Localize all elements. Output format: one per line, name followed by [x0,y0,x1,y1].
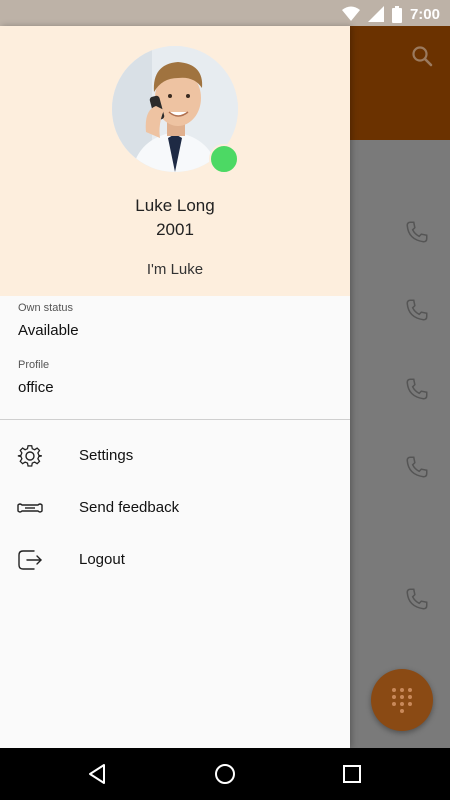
battery-icon [391,5,402,23]
drawer-header: Luke Long 2001 I'm Luke [0,26,350,296]
phone-icon[interactable] [404,297,430,323]
menu-label-settings: Settings [79,447,134,464]
menu-item-send-feedback[interactable]: Send feedback [0,482,350,534]
navigation-bar [0,748,450,800]
dialpad-button[interactable] [371,669,433,731]
drawer-divider [0,419,350,420]
presence-indicator [209,144,239,174]
dialpad-icon [392,688,412,713]
phone-icon[interactable] [404,454,430,480]
user-name: Luke Long [135,196,215,215]
profile-value[interactable]: office [18,379,54,396]
own-status-label: Own status [18,302,74,314]
menu-item-settings[interactable]: Settings [0,430,350,482]
search-icon[interactable] [410,44,434,68]
wifi-icon [341,6,360,21]
back-icon[interactable] [86,762,110,786]
recents-icon[interactable] [340,762,364,786]
menu-label-send-feedback: Send feedback [79,499,180,516]
menu-label-logout: Logout [79,551,125,568]
feedback-icon [17,503,43,513]
menu-item-logout[interactable]: Logout [0,534,350,586]
phone-icon[interactable] [404,219,430,245]
status-icons: 7:00 [341,4,440,24]
gear-icon [17,445,42,467]
phone-icon[interactable] [404,586,430,612]
user-status-message[interactable]: I'm Luke [0,261,350,278]
status-bar: 7:00 [0,0,450,26]
user-extension: 2001 [156,220,194,239]
profile-label: Profile [18,359,50,371]
logout-icon [18,550,42,570]
navigation-drawer: Luke Long 2001 I'm Luke Own status Avail… [0,26,350,748]
phone-icon[interactable] [404,376,430,402]
signal-icon [367,6,384,22]
status-time: 7:00 [409,5,440,23]
home-icon[interactable] [213,762,237,786]
own-status-value[interactable]: Available [18,322,79,339]
